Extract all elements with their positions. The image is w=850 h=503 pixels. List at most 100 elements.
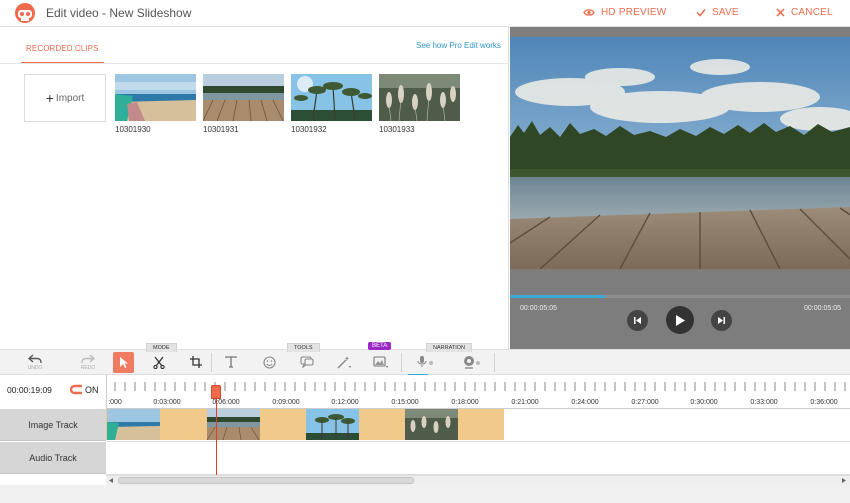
timeline-timecode: 00:00:19:09 [7,385,52,395]
track-clip-thumbnail[interactable] [207,409,260,440]
scrollbar-thumb[interactable] [118,477,414,484]
snap-label: ON [85,384,99,395]
effects-tool-button[interactable] [334,350,354,374]
ruler-tick-label: 0:18:000 [451,399,479,406]
video-preview-panel: 00:00:05:05 00:00:05:05 [510,27,850,349]
pointer-icon [120,357,128,368]
ruler-tick-label: 0:03:000 [153,399,181,406]
step-forward-icon [718,317,725,324]
undo-button[interactable]: UNDO [20,350,50,374]
image-icon [373,355,388,368]
playback-progress-bar[interactable] [510,295,850,298]
tab-divider [0,63,509,64]
webcam-button[interactable] [456,350,486,374]
ruler-tick-label: 0:21:000 [511,399,539,406]
ruler-tick-label: 0:12:000 [331,399,359,406]
audio-track-label: Audio Track [0,442,106,474]
smiley-icon [262,355,276,369]
speech-bubble-icon [300,356,314,368]
redo-label: REDO [80,364,96,371]
check-icon [696,9,706,17]
scroll-left-icon[interactable] [108,477,114,484]
cancel-label: CANCEL [791,7,833,18]
current-time: 00:00:05:05 [520,305,557,312]
total-time: 00:00:05:05 [804,305,841,312]
emoji-tool-button[interactable] [259,350,279,374]
text-icon [225,356,237,368]
tab-recorded-clips[interactable]: RECORDED CLIPS [21,44,104,64]
eye-icon [583,9,595,16]
timeline-panel: 00:00:19:09 ON :000 0:03:000 0:06:000 0:… [0,375,850,503]
clip-thumbnail[interactable] [115,74,196,121]
ruler-tick-label: 0:36:000 [810,399,838,406]
hd-preview-label: HD PREVIEW [601,7,667,18]
snap-toggle[interactable]: ON [70,384,99,395]
clip-name: 10301932 [291,125,327,134]
playhead-handle[interactable] [211,385,221,399]
magic-wand-icon [337,355,351,368]
ruler-tick-label: 0:15:000 [391,399,419,406]
app-header: Edit video - New Slideshow HD PREVIEW SA… [0,0,850,27]
close-icon [776,8,785,17]
track-clip-thumbnail[interactable] [405,409,458,440]
timeline-footer [0,485,850,503]
app-logo-icon [15,3,35,23]
select-tool-button[interactable] [113,352,134,373]
save-label: SAVE [712,7,739,18]
play-icon [676,314,685,326]
microphone-button[interactable] [410,350,438,374]
ruler-tick-label: 0:09:000 [272,399,300,406]
ruler-tick-label: 0:33:000 [750,399,778,406]
text-tool-button[interactable] [221,350,241,374]
magnet-icon [70,384,82,395]
toolbar-divider [494,353,495,372]
import-button[interactable]: + Import [24,74,106,122]
timeline-horizontal-scrollbar[interactable] [106,475,850,485]
import-label: Import [55,92,85,104]
redo-button[interactable]: REDO [73,350,103,374]
clip-thumbnail[interactable] [291,74,372,121]
clips-panel: RECORDED CLIPS See how Pro Edit works + … [0,27,509,349]
clip-thumbnail[interactable] [379,74,460,121]
clip-thumbnail[interactable] [203,74,284,121]
step-back-icon [634,317,641,324]
webcam-icon [464,356,480,369]
clip-name: 10301931 [203,125,239,134]
playhead-line [216,387,217,475]
preview-frame [510,37,850,269]
toolbar-divider [211,353,212,372]
play-button[interactable] [666,306,694,334]
ruler-tick-label: 0:27:000 [631,399,659,406]
step-back-button[interactable] [627,310,648,331]
cancel-button[interactable]: CANCEL [776,7,833,18]
plus-icon: + [45,90,54,106]
undo-label: UNDO [27,364,43,371]
microphone-icon [417,356,433,367]
ruler-tick-label: :000 [108,399,122,406]
audio-track-area[interactable] [106,442,850,475]
pro-edit-link[interactable]: See how Pro Edit works [416,41,501,50]
crop-icon [190,356,202,368]
redo-icon [81,353,95,363]
page-title: Edit video - New Slideshow [46,6,192,20]
step-forward-button[interactable] [711,310,732,331]
track-clip-thumbnail[interactable] [306,409,359,440]
cut-tool-button[interactable] [149,350,169,374]
clip-name: 10301930 [115,125,151,134]
save-button[interactable]: SAVE [696,7,739,18]
editing-toolbar: UNDO REDO MODE TOOLS NARRATION BETA [0,342,850,376]
beta-badge: BETA [368,342,392,350]
scissors-icon [153,356,165,369]
scroll-right-icon[interactable] [841,477,847,484]
crop-tool-button[interactable] [186,350,206,374]
ruler-tick-label: 0:30:000 [690,399,718,406]
playback-progress-fill [510,295,606,298]
clip-name: 10301933 [379,125,415,134]
ruler-tick-label: 0:24:000 [571,399,599,406]
hd-preview-button[interactable]: HD PREVIEW [583,7,666,18]
caption-tool-button[interactable] [297,350,317,374]
overlay-tool-button[interactable] [370,350,392,374]
toolbar-divider [401,353,402,372]
track-clip-thumbnail[interactable] [107,409,160,440]
image-track-label: Image Track [0,409,106,441]
